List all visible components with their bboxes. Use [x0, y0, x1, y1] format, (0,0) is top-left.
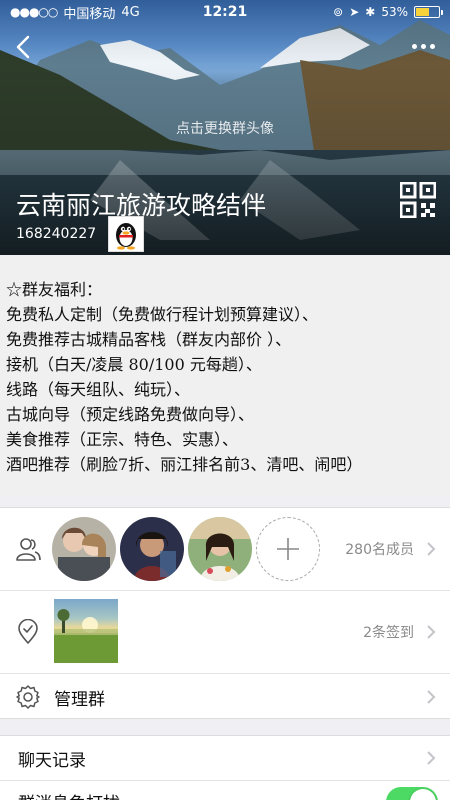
members-icon — [14, 535, 42, 563]
battery-percent: 53% — [381, 5, 408, 19]
status-bar: ●●●○○ 中国移动 4G 12:21 ⊚ ➤ ✱ 53% — [0, 0, 450, 24]
gear-icon — [14, 683, 42, 711]
signin-row[interactable]: 2条签到 — [0, 591, 450, 674]
back-button[interactable] — [8, 30, 38, 64]
plus-icon — [277, 538, 299, 560]
notice-line: 接机（白天/凌晨 80/100 元每趟）、 — [6, 355, 262, 374]
notice-line: 古城向导（预定线路免费做向导）、 — [6, 405, 255, 424]
chevron-right-icon — [427, 542, 436, 556]
more-options-button[interactable] — [406, 34, 440, 58]
manage-group-row[interactable]: 管理群 — [0, 674, 450, 720]
qr-code-icon[interactable] — [400, 182, 436, 218]
chevron-right-icon — [427, 625, 436, 639]
lock-rotation-icon: ⊚ — [333, 5, 344, 19]
member-avatar[interactable] — [188, 517, 252, 581]
notice-line: 免费私人定制（免费做行程计划预算建议）、 — [6, 305, 319, 324]
member-avatar[interactable] — [52, 517, 116, 581]
group-info-panel: 280名成员 2条签到 管理群 — [0, 507, 450, 719]
notice-line: 线路（每天组队、纯玩）、 — [6, 380, 191, 399]
member-count: 280名成员 — [345, 542, 414, 558]
settings-panel: 聊天记录 群消息免打扰 — [0, 735, 450, 800]
more-dots-icon — [411, 43, 417, 49]
qq-penguin-icon — [108, 216, 145, 252]
group-announcement[interactable]: ☆群友福利： 免费私人定制（免费做行程计划预算建议）、 免费推荐古城精品客栈（群… — [0, 255, 450, 497]
bluetooth-icon: ✱ — [365, 5, 376, 19]
chevron-right-icon — [427, 751, 436, 765]
notice-line: 酒吧推荐（刷脸7折、丽江排名前3、清吧、闹吧） — [6, 455, 363, 474]
group-id: 168240227 — [16, 226, 97, 242]
carrier-label: 中国移动 — [63, 6, 116, 22]
chevron-left-icon — [16, 35, 30, 59]
change-avatar-hint[interactable]: 点击更换群头像 — [0, 118, 450, 138]
add-member-button[interactable] — [256, 517, 320, 581]
network-label: 4G — [121, 4, 140, 20]
notice-line: 免费推荐古城精品客栈（群友内部价 ）、 — [6, 330, 292, 349]
notice-line: ☆群友福利： — [6, 280, 103, 299]
location-pin-icon — [14, 618, 42, 646]
members-row[interactable]: 280名成员 — [0, 508, 450, 591]
signin-photo[interactable] — [54, 599, 118, 663]
mute-notifications-toggle[interactable] — [386, 787, 438, 800]
signal-icon: ●●●○○ — [10, 5, 58, 19]
manage-group-label: 管理群 — [54, 689, 105, 710]
notice-line: 美食推荐（正宗、特色、实惠）、 — [6, 430, 239, 449]
mute-notifications-row: 群消息免打扰 — [0, 781, 450, 800]
mute-notifications-label: 群消息免打扰 — [18, 789, 120, 800]
chat-history-row[interactable]: 聊天记录 — [0, 736, 450, 781]
chat-history-label: 聊天记录 — [18, 750, 86, 771]
member-avatar[interactable] — [120, 517, 184, 581]
location-icon: ➤ — [349, 5, 360, 19]
group-header: ●●●○○ 中国移动 4G 12:21 ⊚ ➤ ✱ 53% 点击更换群头像 云南… — [0, 0, 450, 255]
signin-count: 2条签到 — [363, 625, 414, 641]
chevron-right-icon — [427, 690, 436, 704]
battery-icon — [414, 6, 443, 18]
